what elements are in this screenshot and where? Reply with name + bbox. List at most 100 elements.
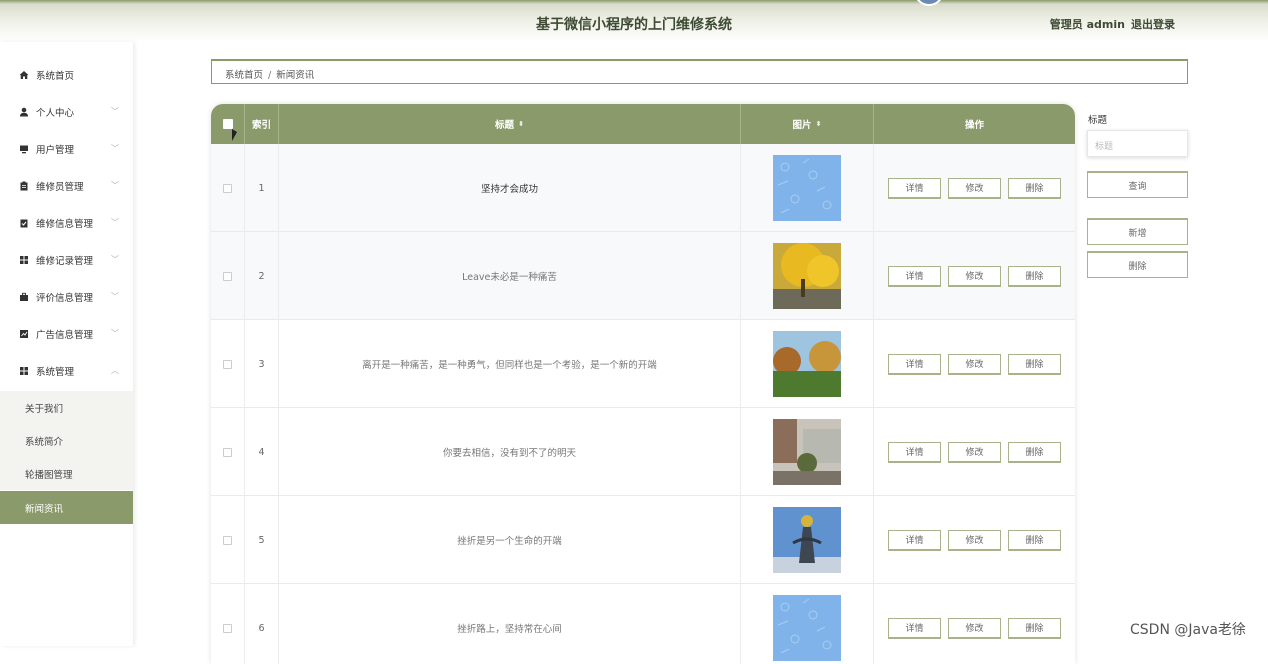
detail-button[interactable]: 详情 — [888, 177, 941, 199]
ops-cell: 详情 修改 删除 — [874, 584, 1075, 664]
breadcrumb: 系统首页 / 新闻资讯 — [211, 59, 1188, 84]
detail-button[interactable]: 详情 — [888, 617, 941, 639]
edit-button[interactable]: 修改 — [948, 529, 1001, 551]
title-cell: 挫折是另一个生命的开端 — [279, 496, 741, 584]
ops-cell: 详情 修改 删除 — [874, 408, 1075, 496]
row-title: 坚持才会成功 — [480, 184, 538, 195]
clipboard-check-icon — [19, 218, 29, 228]
sidebar-subitem-about[interactable]: 关于我们 — [0, 391, 133, 424]
column-label: 标题 — [495, 120, 515, 131]
sidebar-item-ads[interactable]: 广告信息管理 ﹀ — [0, 315, 133, 352]
image-cell — [741, 496, 874, 584]
edit-button[interactable]: 修改 — [948, 441, 1001, 463]
row-checkbox-cell — [211, 408, 245, 496]
chevron-up-icon: ︿ — [111, 366, 119, 375]
watermark: CSDN @Java老徐 — [1130, 622, 1246, 638]
row-checkbox[interactable] — [223, 535, 232, 545]
sidebar-subitem-news[interactable]: 新闻资讯 — [0, 491, 133, 524]
sidebar-item-label: 系统首页 — [36, 70, 75, 82]
edit-button[interactable]: 修改 — [948, 265, 1001, 287]
row-checkbox-cell — [211, 144, 245, 232]
sidebar-subitem-carousel[interactable]: 轮播图管理 — [0, 457, 133, 490]
sidebar-item-label: 广告信息管理 — [36, 329, 94, 341]
sidebar-item-label: 维修记录管理 — [36, 255, 94, 267]
sort-icon[interactable]: ⬍ — [816, 120, 822, 128]
query-button[interactable]: 查询 — [1087, 171, 1188, 198]
index-cell: 5 — [245, 496, 279, 584]
breadcrumb-current: 新闻资讯 — [276, 70, 315, 81]
image-cell — [741, 320, 874, 408]
sidebar-item-repair-records[interactable]: 维修记录管理 ﹀ — [0, 241, 133, 278]
avatar[interactable] — [914, 0, 944, 6]
sort-icon[interactable]: ⬍ — [518, 120, 524, 128]
image-cell — [741, 584, 874, 664]
delete-button[interactable]: 删除 — [1008, 353, 1061, 375]
ops-cell: 详情 修改 删除 — [874, 496, 1075, 584]
news-thumbnail[interactable] — [773, 419, 841, 485]
news-thumbnail[interactable] — [773, 507, 841, 573]
chevron-down-icon: ﹀ — [111, 181, 119, 190]
edit-button[interactable]: 修改 — [948, 177, 1001, 199]
row-index: 5 — [258, 534, 265, 546]
sidebar-item-users[interactable]: 用户管理 ﹀ — [0, 130, 133, 167]
column-image[interactable]: 图片 ⬍ — [741, 104, 874, 144]
edit-button[interactable]: 修改 — [948, 617, 1001, 639]
news-thumbnail[interactable] — [773, 155, 841, 221]
chart-icon — [19, 329, 29, 339]
sidebar-item-repair-info[interactable]: 维修信息管理 ﹀ — [0, 204, 133, 241]
sidebar-item-profile[interactable]: 个人中心 ﹀ — [0, 93, 133, 130]
row-title: Leave未必是一种痛苦 — [462, 272, 557, 283]
select-all-checkbox[interactable] — [211, 104, 245, 144]
home-icon — [19, 70, 29, 80]
chevron-down-icon: ﹀ — [111, 329, 119, 338]
news-thumbnail[interactable] — [773, 595, 841, 661]
chevron-down-icon: ﹀ — [111, 255, 119, 264]
row-index: 6 — [258, 622, 265, 634]
delete-button[interactable]: 删除 — [1008, 617, 1061, 639]
row-checkbox[interactable] — [223, 447, 232, 457]
logout-link[interactable]: 退出登录 — [1131, 18, 1175, 31]
detail-button[interactable]: 详情 — [888, 529, 941, 551]
detail-button[interactable]: 详情 — [888, 265, 941, 287]
news-thumbnail[interactable] — [773, 243, 841, 309]
detail-button[interactable]: 详情 — [888, 441, 941, 463]
detail-button[interactable]: 详情 — [888, 353, 941, 375]
row-title: 挫折是另一个生命的开端 — [457, 536, 562, 547]
image-cell — [741, 144, 874, 232]
sidebar-item-reviews[interactable]: 评价信息管理 ﹀ — [0, 278, 133, 315]
sidebar-item-label: 维修员管理 — [36, 181, 84, 193]
column-title[interactable]: 标题 ⬍ — [279, 104, 741, 144]
index-cell: 1 — [245, 144, 279, 232]
news-thumbnail[interactable] — [773, 331, 841, 397]
row-checkbox[interactable] — [223, 623, 232, 633]
sidebar-item-repairmen[interactable]: 维修员管理 ﹀ — [0, 167, 133, 204]
index-cell: 3 — [245, 320, 279, 408]
delete-button[interactable]: 删除 — [1008, 441, 1061, 463]
delete-button[interactable]: 删除 — [1008, 177, 1061, 199]
row-checkbox[interactable] — [223, 359, 232, 369]
sidebar-subitem-label: 轮播图管理 — [25, 469, 73, 481]
table-row: 6 挫折路上，坚持常在心间 详情 修改 删除 — [211, 584, 1075, 664]
batch-delete-button[interactable]: 删除 — [1087, 251, 1188, 278]
row-checkbox[interactable] — [223, 271, 232, 281]
title-cell: 你要去相信，没有到不了的明天 — [279, 408, 741, 496]
sidebar-subitem-label: 系统简介 — [25, 436, 64, 448]
user-area: 管理员 admin 退出登录 — [1044, 16, 1175, 32]
sidebar-item-system[interactable]: 系统管理 ︿ — [0, 352, 133, 389]
row-checkbox[interactable] — [223, 183, 232, 193]
edit-button[interactable]: 修改 — [948, 353, 1001, 375]
index-cell: 2 — [245, 232, 279, 320]
row-index: 2 — [258, 270, 265, 282]
row-index: 1 — [258, 182, 265, 194]
delete-button[interactable]: 删除 — [1008, 529, 1061, 551]
table-row: 2 Leave未必是一种痛苦 详情 修改 删除 — [211, 232, 1075, 320]
checkbox-icon — [222, 119, 233, 129]
sidebar-subitem-intro[interactable]: 系统简介 — [0, 424, 133, 457]
sidebar-item-home[interactable]: 系统首页 — [0, 56, 133, 93]
breadcrumb-home[interactable]: 系统首页 — [225, 70, 263, 81]
column-label: 操作 — [964, 120, 984, 131]
add-button[interactable]: 新增 — [1087, 218, 1188, 245]
search-input[interactable]: 标题 — [1087, 130, 1188, 157]
index-cell: 4 — [245, 408, 279, 496]
delete-button[interactable]: 删除 — [1008, 265, 1061, 287]
